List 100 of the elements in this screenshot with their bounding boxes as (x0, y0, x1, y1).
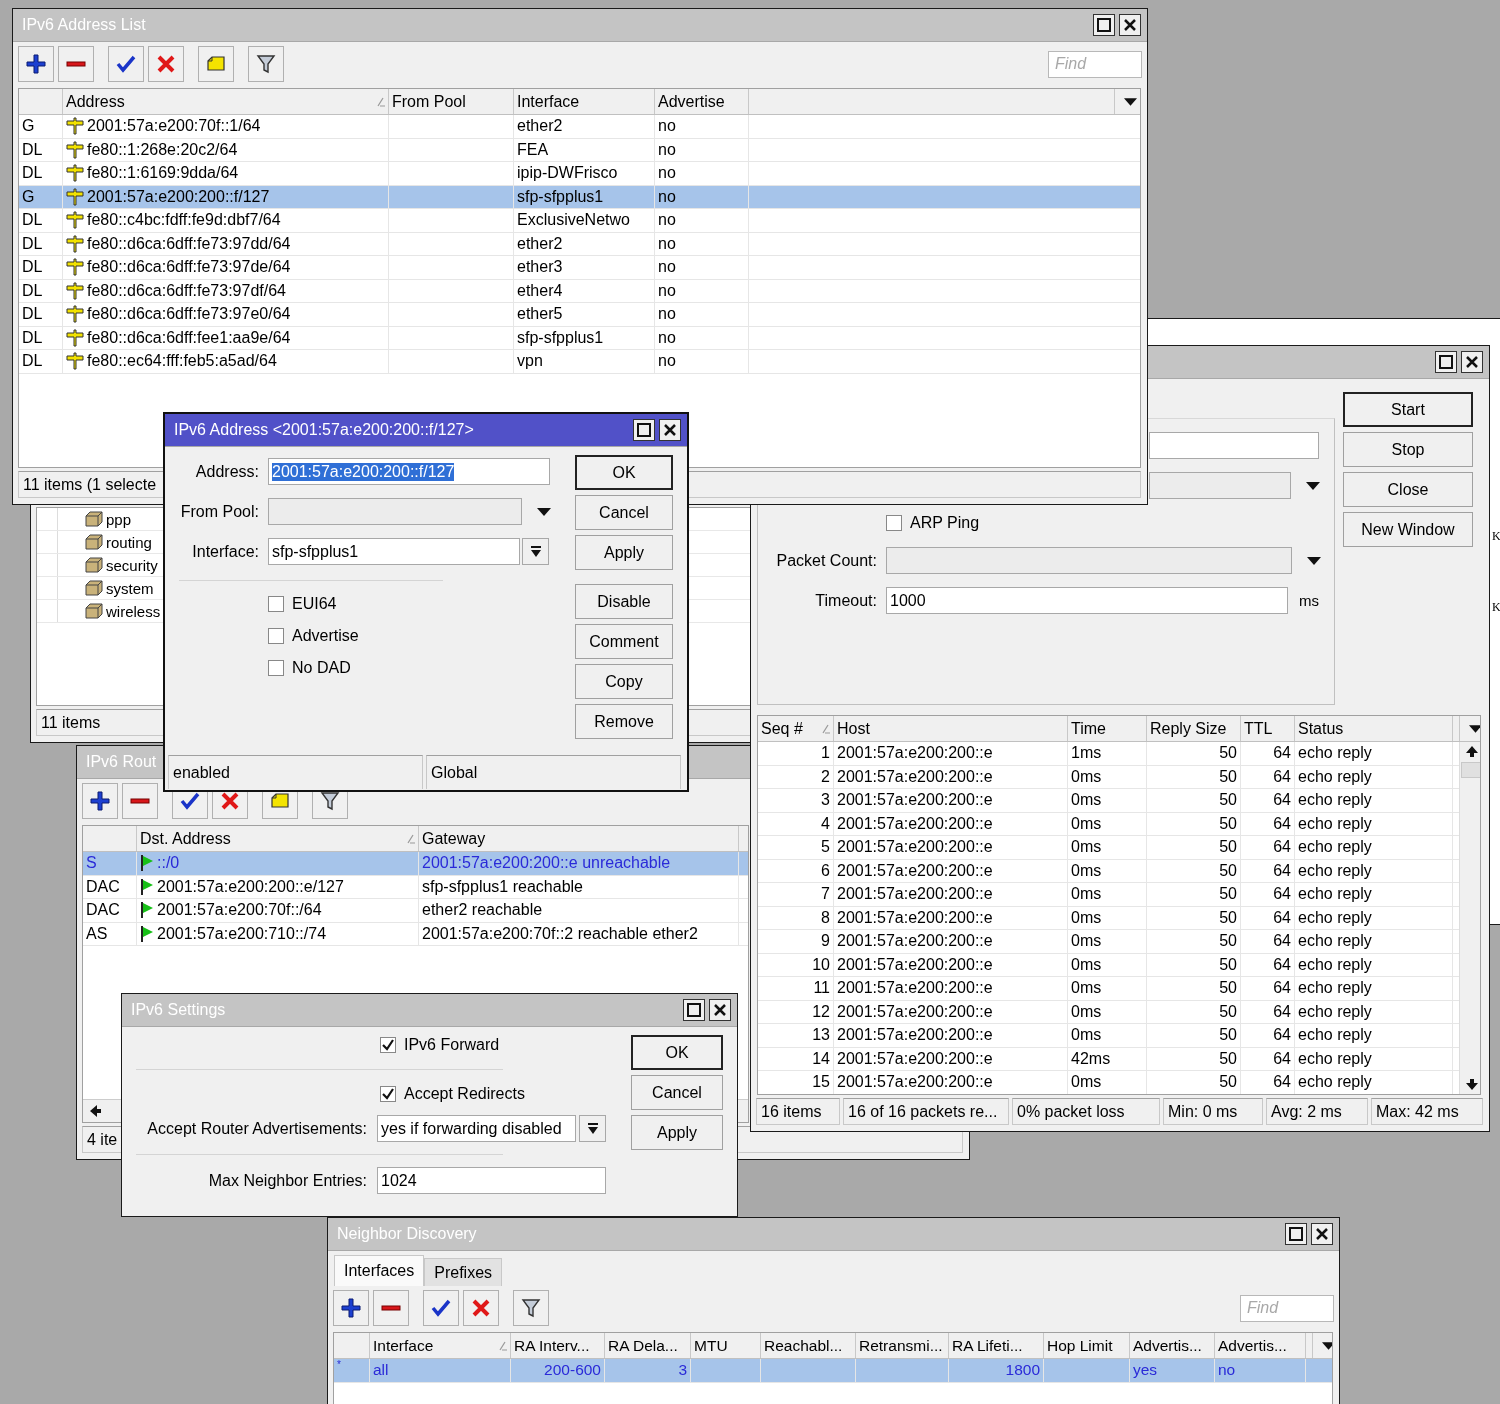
maximize-icon[interactable] (1285, 1223, 1307, 1245)
close-icon[interactable] (1119, 14, 1141, 36)
combo-field[interactable] (268, 498, 522, 525)
table-row[interactable]: DL fe80::d6ca:6dff:fe73:97de/64 ether3 no (19, 256, 1140, 280)
enable-button[interactable] (423, 1290, 459, 1326)
add-button[interactable] (18, 46, 54, 82)
tab[interactable]: Prefixes (424, 1258, 503, 1286)
column-header[interactable]: From Pool (389, 89, 514, 114)
select-field[interactable]: yes if forwarding disabled (377, 1115, 576, 1142)
dropdown-arrow-icon[interactable] (1307, 555, 1321, 566)
list-item[interactable]: ppp (58, 508, 132, 530)
filter-button[interactable] (248, 46, 284, 82)
table-row[interactable]: 6 2001:57a:e200:200::e 0ms 50 64 echo reply (758, 859, 1459, 883)
close-icon[interactable] (1311, 1223, 1333, 1245)
table-row[interactable]: DAC 2001:57a:e200:200::e/127 sfp-sfpplus1 reachable (83, 875, 748, 899)
tab[interactable]: Interfaces (334, 1255, 425, 1286)
action-button[interactable]: Copy (575, 664, 673, 699)
table-row[interactable]: G 2001:57a:e200:70f::1/64 ether2 no (19, 115, 1140, 139)
checkbox[interactable] (268, 659, 284, 676)
close-icon[interactable] (709, 999, 731, 1021)
maximize-icon[interactable] (633, 419, 655, 441)
column-header[interactable]: Hop Limit (1044, 1333, 1130, 1358)
column-header[interactable]: Dst. Address (137, 826, 419, 851)
action-button[interactable]: New Window (1343, 512, 1473, 547)
table-row[interactable]: G 2001:57a:e200:200::f/127 sfp-sfpplus1 no (19, 185, 1140, 209)
table-row[interactable]: 5 2001:57a:e200:200::e 0ms 50 64 echo reply (758, 836, 1459, 860)
action-button[interactable]: OK (631, 1035, 723, 1070)
column-header[interactable]: Advertis... (1130, 1333, 1215, 1358)
add-button[interactable] (82, 783, 118, 819)
input-field[interactable]: 1000 (886, 587, 1288, 614)
table-row[interactable]: DL fe80::1:268e:20c2/64 FEA no (19, 138, 1140, 162)
table-row[interactable]: DL fe80::ec64:fff:feb5:a5ad/64 vpn no (19, 350, 1140, 374)
column-header[interactable]: Gateway (419, 826, 739, 851)
input-field[interactable]: 1024 (377, 1167, 606, 1194)
dropdown-button[interactable] (522, 538, 549, 565)
column-header[interactable]: Reply Size (1147, 716, 1241, 741)
action-button[interactable]: OK (575, 455, 673, 490)
column-header[interactable]: Address (63, 89, 389, 114)
column-header[interactable]: Advertis... (1215, 1333, 1306, 1358)
list-item[interactable]: routing (58, 531, 152, 553)
table-row[interactable]: 13 2001:57a:e200:200::e 0ms 50 64 echo reply (758, 1024, 1459, 1048)
column-header[interactable]: MTU (691, 1333, 761, 1358)
table-row[interactable]: DL fe80::d6ca:6dff:fe73:97dd/64 ether2 no (19, 232, 1140, 256)
action-button[interactable]: Close (1343, 472, 1473, 507)
remove-button[interactable] (58, 46, 94, 82)
checkbox[interactable] (268, 595, 284, 612)
close-icon[interactable] (659, 419, 681, 441)
filter-button[interactable] (513, 1290, 549, 1326)
column-header[interactable]: Interface (514, 89, 655, 114)
checkbox[interactable] (380, 1037, 396, 1053)
scroll-thumb[interactable] (1461, 762, 1480, 778)
table-row[interactable]: DAC 2001:57a:e200:70f::/64 ether2 reachable (83, 899, 748, 923)
maximize-icon[interactable] (1435, 351, 1457, 373)
table-row[interactable]: 10 2001:57a:e200:200::e 0ms 50 64 echo reply (758, 953, 1459, 977)
checkbox[interactable] (380, 1086, 396, 1102)
table-row[interactable]: DL fe80::c4bc:fdff:fe9d:dbf7/64 ExclusiveNetwo no (19, 209, 1140, 233)
table-row[interactable]: 9 2001:57a:e200:200::e 0ms 50 64 echo reply (758, 930, 1459, 954)
checkbox[interactable] (268, 627, 284, 644)
action-button[interactable]: Start (1343, 392, 1473, 427)
enable-button[interactable] (108, 46, 144, 82)
table-row[interactable]: 7 2001:57a:e200:200::e 0ms 50 64 echo reply (758, 883, 1459, 907)
vertical-scrollbar[interactable] (1459, 742, 1480, 1094)
dropdown-arrow-icon[interactable] (1306, 480, 1320, 491)
action-button[interactable]: Cancel (575, 495, 673, 530)
remove-button[interactable] (122, 783, 158, 819)
table-row[interactable]: 3 2001:57a:e200:200::e 0ms 50 64 echo reply (758, 789, 1459, 813)
table-row[interactable]: DL fe80::1:6169:9dda/64 ipip-DWFrisco no (19, 162, 1140, 186)
column-header[interactable]: RA Lifeti... (949, 1333, 1044, 1358)
close-icon[interactable] (1461, 351, 1483, 373)
table-row[interactable]: 1 2001:57a:e200:200::e 1ms 50 64 echo reply (758, 742, 1459, 766)
action-button[interactable]: Comment (575, 624, 673, 659)
action-button[interactable]: Apply (631, 1115, 723, 1150)
table-row[interactable]: 2 2001:57a:e200:200::e 0ms 50 64 echo reply (758, 765, 1459, 789)
table-row[interactable]: 11 2001:57a:e200:200::e 0ms 50 64 echo reply (758, 977, 1459, 1001)
table-row[interactable]: AS 2001:57a:e200:710::/74 2001:57a:e200:70f::2 reachable ether2 (83, 922, 748, 946)
table-row[interactable]: 4 2001:57a:e200:200::e 0ms 50 64 echo reply (758, 812, 1459, 836)
column-header[interactable]: Time (1068, 716, 1147, 741)
list-item[interactable]: wireless (58, 600, 161, 622)
maximize-icon[interactable] (683, 999, 705, 1021)
table-row[interactable]: DL fe80::d6ca:6dff:fe73:97e0/64 ether5 no (19, 303, 1140, 327)
column-header[interactable]: Advertise (655, 89, 749, 114)
maximize-icon[interactable] (1093, 14, 1115, 36)
dropdown-arrow-icon[interactable] (1469, 723, 1480, 734)
input-field[interactable]: 2001:57a:e200:200::f/127 (268, 458, 550, 485)
column-header[interactable]: TTL (1241, 716, 1295, 741)
select-field[interactable]: sfp-sfpplus1 (268, 538, 520, 565)
dropdown-arrow-icon[interactable] (537, 506, 551, 517)
table-row[interactable]: 12 2001:57a:e200:200::e 0ms 50 64 echo reply (758, 1000, 1459, 1024)
table-row[interactable]: DL fe80::d6ca:6dff:fee1:aa9e/64 sfp-sfpplus1 no (19, 326, 1140, 350)
checkbox[interactable] (886, 515, 902, 531)
table-row[interactable]: * all 200-600 3 1800 yes no (334, 1359, 1332, 1383)
action-button[interactable]: Stop (1343, 432, 1473, 467)
column-header[interactable]: Retransmi... (856, 1333, 949, 1358)
list-item[interactable]: system (58, 577, 154, 599)
search-field[interactable]: Find (1240, 1294, 1334, 1322)
action-button[interactable]: Cancel (631, 1075, 723, 1110)
column-header[interactable]: Reachabl... (761, 1333, 856, 1358)
table-row[interactable]: S ::/0 2001:57a:e200:200::e unreachable (83, 852, 748, 876)
action-button[interactable]: Apply (575, 535, 673, 570)
column-header[interactable]: Interface (370, 1333, 511, 1358)
